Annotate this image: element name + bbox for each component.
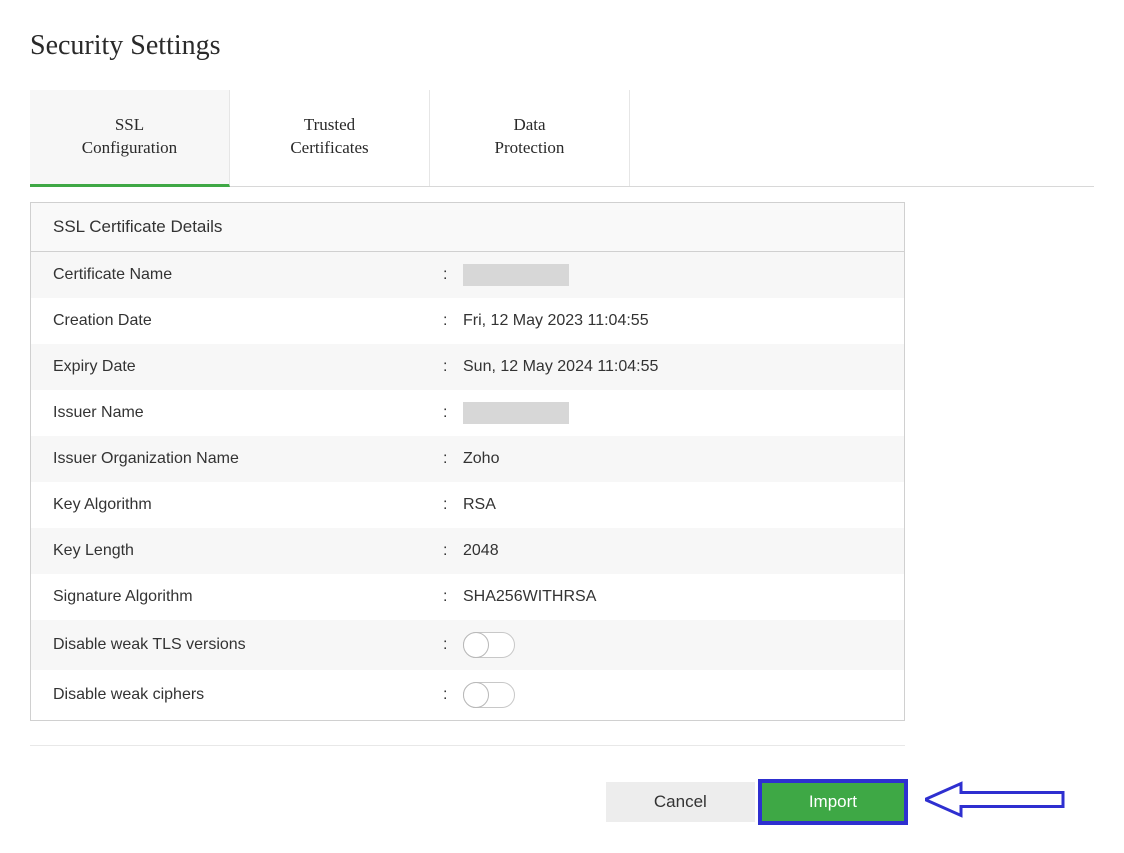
row-value: Sun, 12 May 2024 11:04:55: [463, 358, 882, 376]
redacted-value: [463, 402, 569, 424]
colon: :: [443, 450, 463, 468]
row-disable-weak-ciphers: Disable weak ciphers :: [31, 670, 904, 720]
colon: :: [443, 496, 463, 514]
toggle-disable-weak-tls[interactable]: [463, 632, 515, 658]
tab-label: SSLConfiguration: [82, 115, 177, 157]
row-value: [463, 402, 882, 424]
arrow-annotation-icon: [925, 779, 1065, 824]
row-label: Key Length: [53, 542, 443, 560]
row-label: Issuer Organization Name: [53, 450, 443, 468]
row-key-length: Key Length : 2048: [31, 528, 904, 574]
toggle-knob: [463, 632, 489, 658]
row-label: Expiry Date: [53, 358, 443, 376]
row-certificate-name: Certificate Name :: [31, 252, 904, 298]
row-label: Creation Date: [53, 312, 443, 330]
ssl-certificate-details-panel: SSL Certificate Details Certificate Name…: [30, 202, 905, 721]
row-value: [463, 632, 882, 658]
colon: :: [443, 358, 463, 376]
tab-trusted-certificates[interactable]: TrustedCertificates: [230, 90, 430, 186]
row-label: Signature Algorithm: [53, 588, 443, 606]
tab-label: DataProtection: [495, 115, 565, 157]
colon: :: [443, 588, 463, 606]
tab-label: TrustedCertificates: [290, 115, 368, 157]
row-value: Zoho: [463, 450, 882, 468]
row-value: [463, 264, 882, 286]
toggle-disable-weak-ciphers[interactable]: [463, 682, 515, 708]
toggle-knob: [463, 682, 489, 708]
row-label: Disable weak ciphers: [53, 686, 443, 704]
row-creation-date: Creation Date : Fri, 12 May 2023 11:04:5…: [31, 298, 904, 344]
panel-rows: Certificate Name : Creation Date : Fri, …: [31, 252, 904, 720]
redacted-value: [463, 264, 569, 286]
row-value: RSA: [463, 496, 882, 514]
colon: :: [443, 404, 463, 422]
row-label: Key Algorithm: [53, 496, 443, 514]
tabs: SSLConfiguration TrustedCertificates Dat…: [30, 90, 1094, 187]
tab-data-protection[interactable]: DataProtection: [430, 90, 630, 186]
row-disable-weak-tls: Disable weak TLS versions :: [31, 620, 904, 670]
row-issuer-name: Issuer Name :: [31, 390, 904, 436]
panel-header: SSL Certificate Details: [31, 203, 904, 252]
actions-bar: Cancel Import: [30, 782, 905, 822]
row-expiry-date: Expiry Date : Sun, 12 May 2024 11:04:55: [31, 344, 904, 390]
cancel-button[interactable]: Cancel: [606, 782, 755, 822]
row-key-algorithm: Key Algorithm : RSA: [31, 482, 904, 528]
row-value: Fri, 12 May 2023 11:04:55: [463, 312, 882, 330]
colon: :: [443, 542, 463, 560]
colon: :: [443, 266, 463, 284]
row-issuer-org-name: Issuer Organization Name : Zoho: [31, 436, 904, 482]
tab-ssl-configuration[interactable]: SSLConfiguration: [30, 90, 230, 187]
row-value: [463, 682, 882, 708]
row-label: Issuer Name: [53, 404, 443, 422]
row-label: Disable weak TLS versions: [53, 636, 443, 654]
colon: :: [443, 312, 463, 330]
divider: [30, 745, 905, 746]
import-button[interactable]: Import: [761, 782, 905, 822]
colon: :: [443, 636, 463, 654]
row-label: Certificate Name: [53, 266, 443, 284]
row-value: 2048: [463, 542, 882, 560]
row-signature-algorithm: Signature Algorithm : SHA256WITHRSA: [31, 574, 904, 620]
row-value: SHA256WITHRSA: [463, 588, 882, 606]
page-title: Security Settings: [30, 30, 1094, 62]
colon: :: [443, 686, 463, 704]
